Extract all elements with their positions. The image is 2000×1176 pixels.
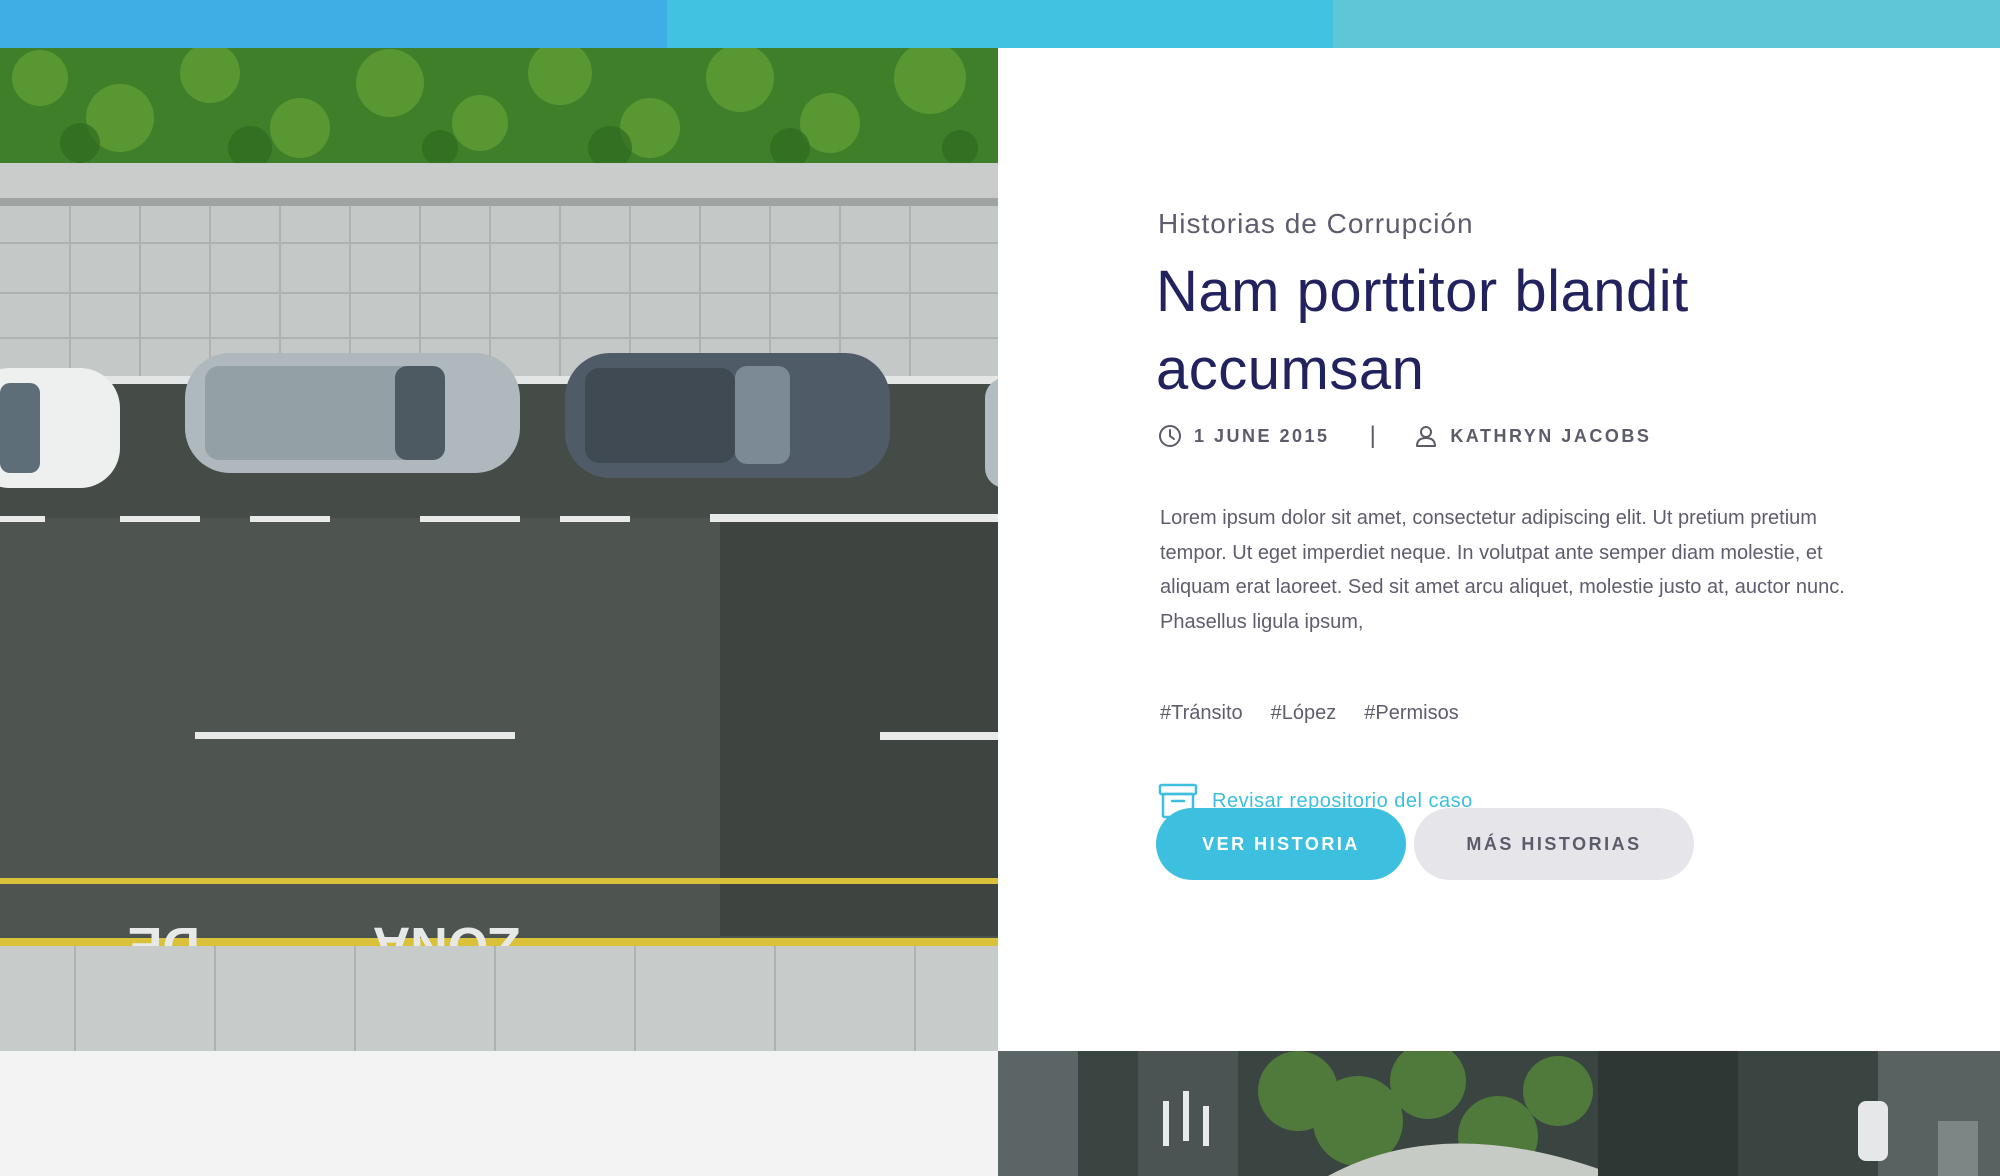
strip-segment-3 [1333,0,2000,48]
bottom-blank-area [0,1051,998,1176]
clock-icon [1159,425,1181,447]
more-stories-button[interactable]: MÁS HISTORIAS [1414,808,1694,880]
tag-permisos[interactable]: #Permisos [1364,702,1458,725]
next-story-photo[interactable] [998,1051,2000,1176]
tag-list: #Tránsito #López #Permisos [1160,702,1459,725]
tag-transito[interactable]: #Tránsito [1160,702,1243,725]
user-icon [1416,426,1437,447]
strip-segment-2 [666,0,1334,48]
top-color-strip [0,0,2000,48]
article-excerpt: Lorem ipsum dolor sit amet, consectetur … [1160,507,1845,633]
article-category: Historias de Corrupción [1158,208,1474,239]
tag-lopez[interactable]: #López [1271,702,1337,725]
strip-segment-1 [0,0,667,48]
view-story-button[interactable]: VER HISTORIA [1156,808,1406,880]
article-author[interactable]: KATHRYN JACOBS [1450,426,1651,447]
hero-photo: ZONA DE [0,48,998,1051]
article-title[interactable]: Nam porttitor blandit accumsan [1156,253,1856,409]
meta-separator: | [1369,422,1379,449]
article-date: 1 JUNE 2015 [1194,425,1330,446]
article-meta: 1 JUNE 2015 | KATHRYN JACOBS [1158,422,1651,450]
article-card: Historias de Corrupción Nam porttitor bl… [998,48,2000,1051]
